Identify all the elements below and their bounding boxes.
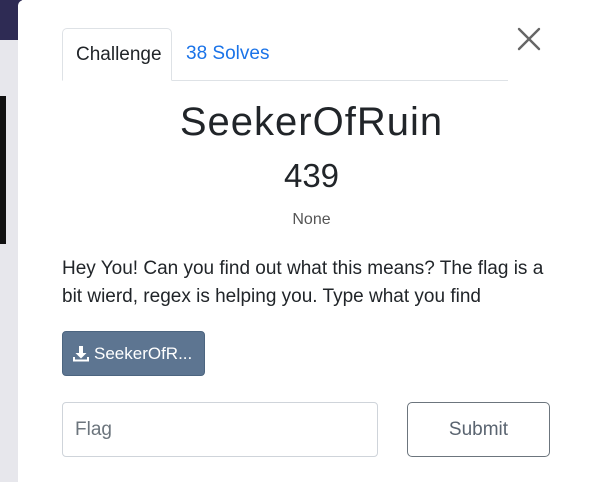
submit-button[interactable]: Submit bbox=[407, 402, 550, 457]
tab-challenge[interactable]: Challenge bbox=[62, 28, 172, 81]
tab-solves[interactable]: 38 Solves bbox=[173, 28, 282, 80]
download-icon bbox=[73, 345, 89, 361]
file-name: SeekerOfR... bbox=[94, 343, 193, 363]
challenge-title: SeekerOfRuin bbox=[179, 100, 444, 144]
challenge-points: 439 bbox=[283, 157, 340, 194]
challenge-category: None bbox=[292, 211, 331, 228]
backdrop-edge bbox=[0, 96, 6, 244]
challenge-description: Hey You! Can you find out what this mean… bbox=[62, 258, 544, 307]
challenge-modal: Challenge 38 Solves SeekerOfRuin 439 Non… bbox=[18, 0, 605, 482]
close-button[interactable] bbox=[514, 24, 544, 54]
flag-input[interactable] bbox=[62, 402, 378, 457]
challenge-tabs: Challenge 38 Solves bbox=[62, 28, 508, 81]
close-x-icon bbox=[517, 27, 541, 51]
file-download-button[interactable]: SeekerOfR... bbox=[62, 331, 205, 376]
